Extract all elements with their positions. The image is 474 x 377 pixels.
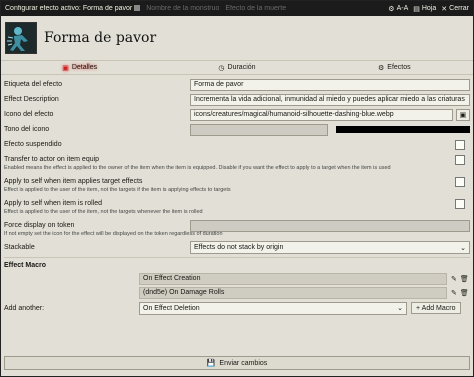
ghost-tab-2: Efecto de la muerte xyxy=(225,5,287,12)
row-etiqueta: Etiqueta del efecto Forma de pavor xyxy=(4,77,470,92)
submit-label: Enviar cambios xyxy=(219,359,268,367)
tab-details[interactable]: ▣ Detalles xyxy=(1,64,158,72)
chevron-down-icon: ⌄ xyxy=(397,305,403,312)
cogs-icon: ⚙ xyxy=(378,64,385,72)
humanoid-silhouette-icon[interactable] xyxy=(5,22,37,54)
close-icon: ✕ xyxy=(441,5,448,13)
title-icon xyxy=(134,5,141,12)
description-input[interactable]: Incrementa la vida adicional, inmunidad … xyxy=(190,93,470,106)
row-tono: Tono del icono xyxy=(4,122,470,137)
trash-icon[interactable]: 🗑 xyxy=(460,275,469,283)
chevron-down-icon: ⌄ xyxy=(460,244,466,252)
label-suspendido: Efecto suspendido xyxy=(4,141,62,148)
effect-macro-title: Effect Macro xyxy=(4,257,470,271)
apply-rolled-hint: Effect is applied to the user of the ite… xyxy=(4,209,203,215)
icono-input[interactable]: icons/creatures/magical/humanoid-silhoue… xyxy=(190,108,453,121)
apply-target-hint: Effect is applied to the user of the ite… xyxy=(4,187,231,193)
details-panel: Etiqueta del efecto Forma de pavor Effec… xyxy=(1,75,473,315)
label-apply-target: Apply to self when item applies target e… xyxy=(4,178,143,185)
font-size-icon: ⚙ xyxy=(388,5,395,13)
label-etiqueta: Etiqueta del efecto xyxy=(4,81,62,88)
window-title: Configurar efecto activo: Forma de pavor… xyxy=(5,5,287,12)
sheet-icon: ▤ xyxy=(413,5,420,13)
row-icono: Icono del efecto icons/creatures/magical… xyxy=(4,107,470,122)
etiqueta-input[interactable]: Forma de pavor xyxy=(190,78,470,91)
label-force-display: Force display on token xyxy=(4,222,75,229)
label-tono: Tono del icono xyxy=(4,126,50,133)
sheet-button[interactable]: ▤ Hoja xyxy=(413,5,436,13)
file-picker-button[interactable]: ▣ xyxy=(455,108,470,121)
label-icono: Icono del efecto xyxy=(4,111,54,118)
row-description: Effect Description Incrementa la vida ad… xyxy=(4,92,470,107)
macro-item-label[interactable]: (dnd5e) On Damage Rolls xyxy=(139,286,447,299)
window-titlebar[interactable]: Configurar efecto activo: Forma de pavor… xyxy=(1,1,473,16)
effect-header: Forma de pavor xyxy=(1,16,473,61)
add-another-label: Add another: xyxy=(4,304,45,312)
file-picker-icon: ▣ xyxy=(459,111,467,119)
label-description: Effect Description xyxy=(4,96,59,103)
label-transfer: Transfer to actor on item equip xyxy=(4,156,100,163)
label-apply-rolled: Apply to self when item is rolled xyxy=(4,200,103,207)
macro-item-label[interactable]: On Effect Creation xyxy=(139,272,447,285)
effect-name-title: Forma de pavor xyxy=(44,30,157,46)
macro-item: On Effect Creation ✎ 🗑 xyxy=(4,272,470,285)
stackable-select[interactable]: Effects do not stack by origin ⌄ xyxy=(190,241,470,254)
apply-target-checkbox[interactable] xyxy=(455,176,465,187)
apply-rolled-checkbox[interactable] xyxy=(455,198,465,209)
effect-config-window: Configurar efecto activo: Forma de pavor… xyxy=(0,0,474,377)
close-button[interactable]: ✕ Cerrar xyxy=(441,5,469,13)
save-icon: 💾 xyxy=(206,360,216,367)
transfer-checkbox[interactable] xyxy=(455,154,465,165)
clock-icon: ◷ xyxy=(218,64,225,72)
macro-item: (dnd5e) On Damage Rolls ✎ 🗑 xyxy=(4,286,470,299)
force-display-input[interactable] xyxy=(190,219,470,232)
force-display-hint: If not empty set the icon for the effect… xyxy=(4,231,223,237)
tab-effects[interactable]: ⚙ Efectos xyxy=(316,64,473,72)
trash-icon[interactable]: 🗑 xyxy=(460,289,469,297)
add-macro-row: Add another: On Effect Deletion ⌄ + Add M… xyxy=(4,301,470,315)
details-icon: ▣ xyxy=(62,64,69,72)
edit-icon[interactable]: ✎ xyxy=(451,289,457,297)
transfer-hint: Enabled means the effect is applied to t… xyxy=(4,165,391,171)
tono-text-input[interactable] xyxy=(190,123,328,136)
add-macro-button[interactable]: + Add Macro xyxy=(411,302,461,314)
tab-bar: ▣ Detalles ◷ Duración ⚙ Efectos xyxy=(1,61,473,75)
row-stackable: Stackable Effects do not stack by origin… xyxy=(4,240,470,255)
add-macro-select[interactable]: On Effect Deletion ⌄ xyxy=(139,301,407,315)
tab-duration[interactable]: ◷ Duración xyxy=(158,64,315,72)
edit-icon[interactable]: ✎ xyxy=(451,275,457,283)
suspendido-checkbox[interactable] xyxy=(455,139,465,150)
submit-button[interactable]: 💾 Enviar cambios xyxy=(4,356,470,370)
ghost-tab-1: Nombre de la monstruo xyxy=(146,5,220,12)
label-stackable: Stackable xyxy=(4,244,35,251)
row-suspendido: Efecto suspendido xyxy=(4,137,470,152)
font-size-control[interactable]: ⚙ A-A xyxy=(388,5,408,13)
tono-color-picker[interactable] xyxy=(336,126,470,133)
